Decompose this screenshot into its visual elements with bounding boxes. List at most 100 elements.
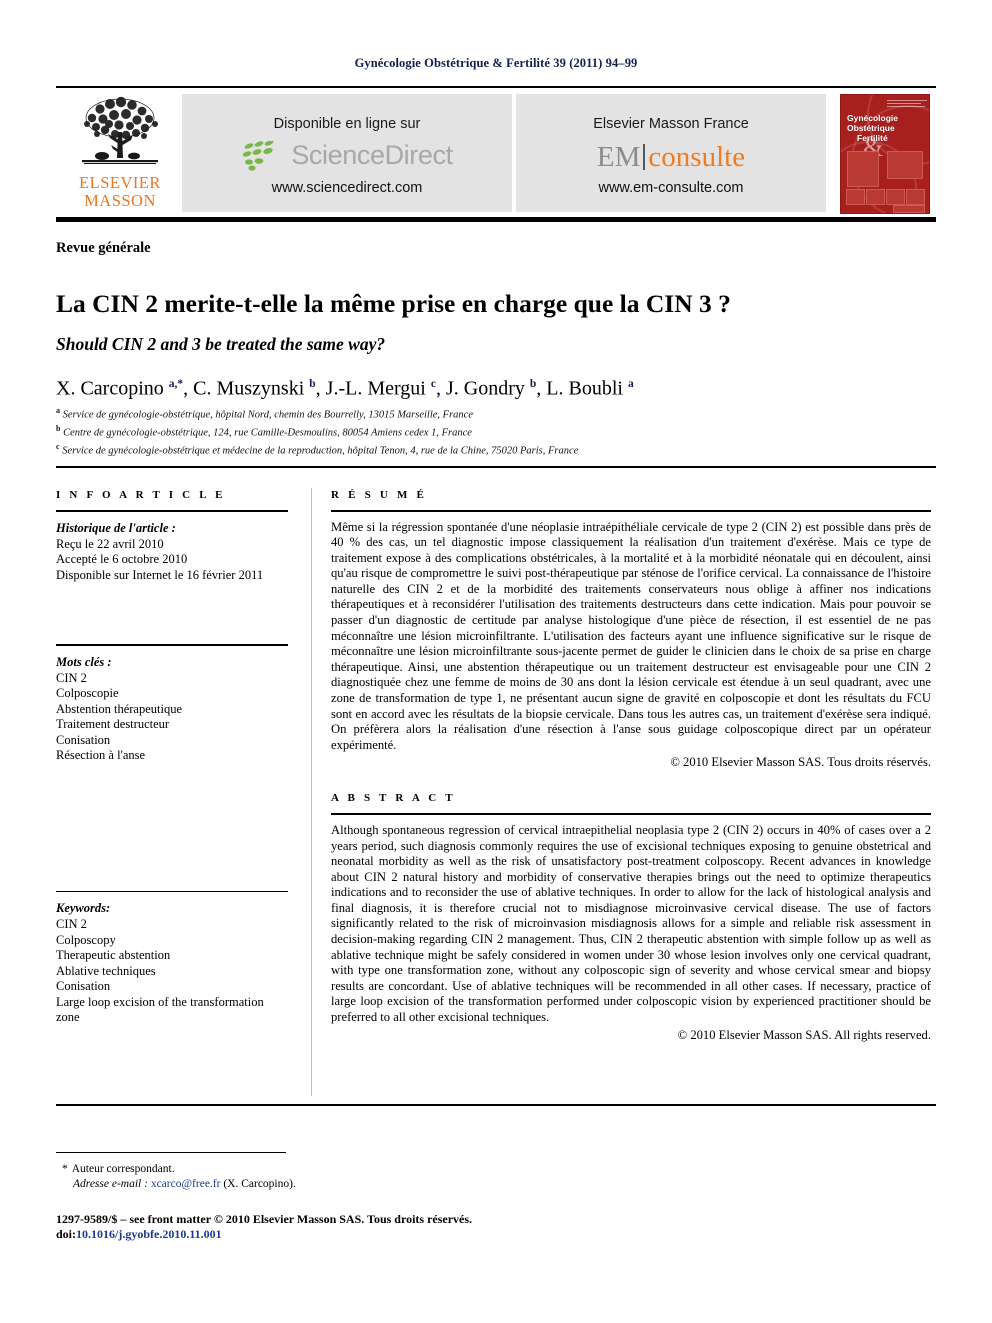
page-title: La CIN 2 merite-t-elle la même prise en … [56,289,731,319]
keyword-fr-item: CIN 2 [56,670,87,685]
corresponding-author-text: Auteur correspondant. [71,1163,175,1175]
emconsulte-wordmark-consulte: consulte [648,141,746,173]
email-label: Adresse e-mail : [73,1177,148,1190]
keywords-en-block: Keywords: CIN 2 Colposcopy Therapeutic a… [56,901,288,1026]
affiliation-a: a Service de gynécologie-obstétrique, hô… [56,404,936,422]
elsevier-tree-icon [72,96,168,172]
emconsulte-panel[interactable]: Elsevier Masson France EM consulte www.em… [516,94,826,212]
keyword-en-item: Large loop excision of the transformatio… [56,994,264,1025]
elsevier-masson-logo: ELSEVIER MASSON [64,94,176,214]
affiliation-text-c: Service de gynécologie-obstétrique et mé… [62,445,579,457]
affiliation-b: b Centre de gynécologie-obstétrique, 124… [56,422,936,440]
doi-link[interactable]: 10.1016/j.gyobfe.2010.11.001 [76,1227,222,1241]
keyword-en-item: Conisation [56,979,111,993]
keyword-fr-item: Colposcopie [56,686,119,700]
article-info-column: I N F O A R T I C L E Historique de l'ar… [56,489,288,1026]
publisher-masthead: ELSEVIER MASSON Disponible en ligne sur [56,86,936,222]
cover-title-line1: Gynécologie [847,113,899,123]
info-spacer-1 [56,583,288,635]
cover-footer-box [893,205,925,213]
page-subtitle-english: Should CIN 2 and 3 be treated the same w… [56,333,386,354]
affiliation-marker-a: a [56,406,60,415]
keywords-fr-block: Mots clés : CIN 2 Colposcopie Abstention… [56,655,288,764]
email-link[interactable]: xcarco@free.fr [151,1178,221,1190]
front-matter-block: 1297-9589/$ – see front matter © 2010 El… [56,1212,756,1242]
journal-cover-thumbnail[interactable]: & Gynécologie Obstétrique Fertilité [840,94,930,214]
affiliation-text-b: Centre de gynécologie-obstétrique, 124, … [63,427,472,439]
cover-box-b4 [906,189,925,205]
content-bottom-rule [56,1104,936,1106]
corresponding-author-footnote: * Auteur correspondant. Adresse e-mail : … [62,1162,562,1191]
resume-rule [331,510,931,512]
sciencedirect-availability-text: Disponible en ligne sur [273,116,421,132]
footnote-star-marker: * [62,1163,68,1175]
keyword-en-item: Therapeutic abstention [56,948,171,962]
history-online: Disponible sur Internet le 16 février 20… [56,567,264,582]
resume-copyright: © 2010 Elsevier Masson SAS. Tous droits … [670,755,931,770]
article-history-block: Historique de l'article : Reçu le 22 avr… [56,521,288,584]
emconsulte-publisher-text: Elsevier Masson France [593,116,749,132]
masthead-bottom-rule [56,217,936,222]
footnote-separator-rule [56,1152,286,1153]
info-heading-rule [56,510,288,512]
doi-label: doi: [56,1227,77,1241]
cover-title-line2: Obstétrique [847,123,895,133]
cover-box-left [847,151,879,187]
keywords-fr-rule [56,644,288,646]
elsevier-word-line1: ELSEVIER [79,173,161,192]
doi-line: doi:10.1016/j.gyobfe.2010.11.001 [56,1227,756,1242]
abstract-heading: A B S T R A C T [331,792,456,805]
abstract-text: Although spontaneous regression of cervi… [331,822,931,1025]
keyword-en-item: Colposcopy [56,932,116,947]
front-matter-line: 1297-9589/$ – see front matter © 2010 El… [56,1212,473,1226]
sciencedirect-wordmark: ScienceDirect [291,140,453,170]
journal-running-head: Gynécologie Obstétrique & Fertilité 39 (… [354,56,638,70]
abstracts-column: R É S U M É Même si la régression sponta… [331,489,931,1043]
abstract-rule [331,813,931,815]
keyword-fr-item: Traitement destructeur [56,717,170,731]
keywords-en-rule [56,890,288,892]
affiliation-list: a Service de gynécologie-obstétrique, hô… [56,404,936,458]
elsevier-masson-wordmark: ELSEVIER MASSON [64,174,176,210]
emconsulte-divider-bar [643,144,646,170]
corresponding-author-line: * Auteur correspondant. [62,1162,562,1177]
elsevier-word-line2: MASSON [84,191,156,210]
email-line: Adresse e-mail : xcarco@free.fr (X. Carc… [62,1177,562,1192]
sciencedirect-url[interactable]: www.sciencedirect.com [182,180,512,196]
cover-box-right [887,151,923,179]
sciencedirect-leaves-icon [241,139,287,171]
affiliation-marker-b: b [56,424,61,433]
affiliation-text-a: Service de gynécologie-obstétrique, hôpi… [62,409,474,421]
content-top-rule [56,466,936,468]
keyword-en-item: CIN 2 [56,917,87,931]
keyword-fr-item: Conisation [56,732,111,747]
keywords-fr-label: Mots clés : [56,654,112,669]
email-owner: (X. Carcopino). [223,1177,296,1190]
emconsulte-logo: EM consulte [516,142,826,172]
article-section-type: Revue générale [56,240,151,256]
keyword-fr-item: Abstention thérapeutique [56,701,183,716]
sciencedirect-logo: ScienceDirect [182,139,512,174]
abstract-spacer [331,770,931,792]
keyword-en-item: Ablative techniques [56,963,156,978]
info-article-heading: I N F O A R T I C L E [56,489,226,501]
resume-heading: R É S U M É [331,489,428,501]
affiliation-c: c Service de gynécologie-obstétrique et … [56,440,936,458]
affiliation-marker-c: c [56,442,60,451]
cover-header-strip [845,98,927,110]
sciencedirect-panel[interactable]: Disponible en ligne sur ScienceDirect ww… [182,94,512,212]
cover-title-line3: Fertilité [857,133,888,143]
abstract-copyright: © 2010 Elsevier Masson SAS. All rights r… [677,1027,931,1042]
article-history-label: Historique de l'article : [56,520,176,535]
column-divider [311,488,312,1096]
emconsulte-wordmark-em: EM [596,141,641,173]
author-list: X. Carcopino a,*, C. Muszynski b, J.-L. … [56,377,634,400]
emconsulte-url[interactable]: www.em-consulte.com [516,180,826,196]
article-first-page: Gynécologie Obstétrique & Fertilité 39 (… [0,0,992,1323]
masthead-top-rule [56,86,936,88]
info-spacer-2 [56,764,288,882]
keywords-en-label: Keywords: [56,901,111,915]
cover-box-b3 [886,189,905,205]
cover-box-b2 [866,189,885,205]
history-received: Reçu le 22 avril 2010 [56,536,164,551]
